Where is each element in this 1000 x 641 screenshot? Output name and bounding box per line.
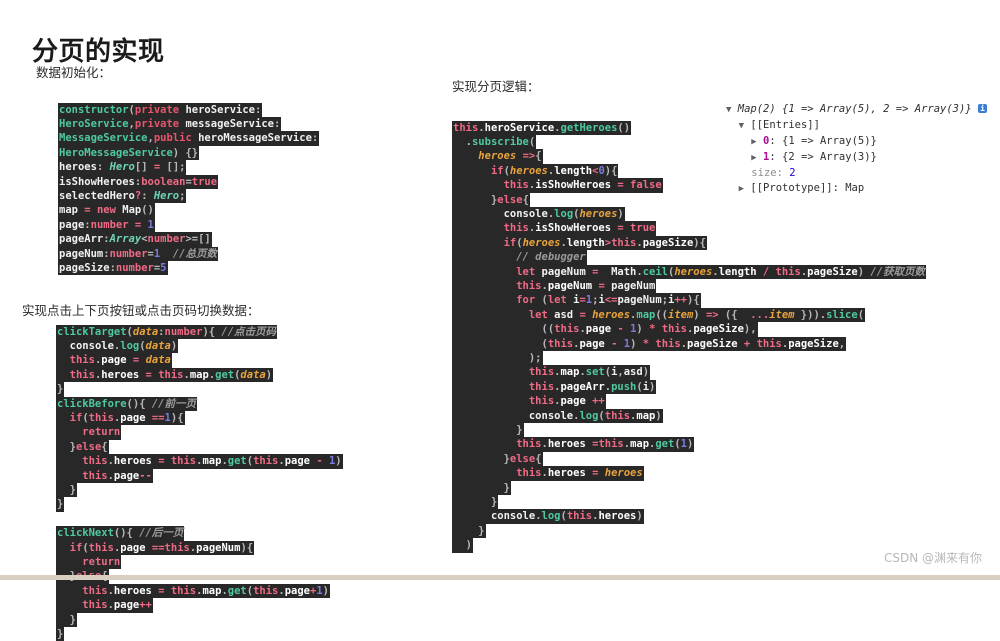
console-entry-colon: : xyxy=(769,151,782,163)
code-line: (this.page - 1) * this.pageSize + this.p… xyxy=(452,337,846,351)
code-line xyxy=(56,512,64,526)
page-root: 分页的实现 数据初始化： 实现点击上下页按钮或点击页码切换数据： 实现分页逻辑：… xyxy=(0,0,1000,580)
devtools-console-output: ▼ Map(2) {1 => Array(5), 2 => Array(3)} … xyxy=(726,102,987,197)
code-line: return xyxy=(56,425,121,439)
code-line: }else{ xyxy=(452,193,530,207)
code-line: clickNext(){ //后一页 xyxy=(56,526,184,540)
code-line: HeroService,private messageService: xyxy=(58,117,281,131)
console-entry-value: {1 => Array(5)} xyxy=(782,135,877,147)
code-line: clickBefore(){ //前一页 xyxy=(56,397,197,411)
code-line: this.page++ xyxy=(56,598,153,612)
code-block-data-init: constructor(private heroService:HeroServ… xyxy=(58,103,319,276)
console-map-header-row[interactable]: ▼ Map(2) {1 => Array(5), 2 => Array(3)} … xyxy=(726,102,987,118)
console-entries-row[interactable]: ▼ [[Entries]] xyxy=(726,118,987,134)
code-line: pageArr:Array<number>=[] xyxy=(58,232,212,246)
code-line: heroes: Hero[] = []; xyxy=(58,160,186,174)
code-line: this.isShowHeroes = true xyxy=(452,221,656,235)
code-line: this.heroes = this.map.get(this.page+1) xyxy=(56,584,330,598)
code-line: for (let i=1;i<=pageNum;i++){ xyxy=(452,293,701,307)
code-line: page:number = 1 xyxy=(58,218,155,232)
code-line: // debugger xyxy=(452,250,587,264)
console-prototype-label: [[Prototype]]: Map xyxy=(750,182,864,194)
code-block-click-handlers: clickTarget(data:number){ //点击页码 console… xyxy=(56,325,343,641)
code-line: this.heroes = this.map.get(this.page - 1… xyxy=(56,454,343,468)
section-label-pagination-logic: 实现分页逻辑： xyxy=(452,76,540,95)
code-line: this.heroes = heroes xyxy=(452,466,644,480)
code-line: this.page ++ xyxy=(452,394,606,408)
console-entry-value: {2 => Array(3)} xyxy=(782,151,877,163)
code-line: heroes =>{ xyxy=(452,149,543,163)
console-entry-row[interactable]: ▶ 1: {2 => Array(3)} xyxy=(726,150,987,166)
code-line: ((this.page - 1) * this.pageSize), xyxy=(452,322,758,336)
console-size-key: size: xyxy=(751,167,783,179)
code-line: let asd = heroes.map((item) => ({ ...ite… xyxy=(452,308,865,322)
code-line: } xyxy=(452,524,486,538)
code-line: } xyxy=(56,483,77,497)
watermark: CSDN @渊来有你 xyxy=(884,549,982,566)
code-line: constructor(private heroService: xyxy=(58,103,262,117)
code-line: selectedHero?: Hero; xyxy=(58,189,186,203)
code-line: pageNum:number=1 //总页数 xyxy=(58,247,218,261)
code-line: clickTarget(data:number){ //点击页码 xyxy=(56,325,277,339)
code-line: if(this.page ==this.pageNum){ xyxy=(56,541,254,555)
code-line: if(heroes.length<0){ xyxy=(452,164,618,178)
console-prototype-row[interactable]: ▶ [[Prototype]]: Map xyxy=(726,181,987,197)
code-line: ) xyxy=(452,538,473,552)
code-line: this.page = data xyxy=(56,353,172,367)
code-line: this.page-- xyxy=(56,469,153,483)
console-size-value: 2 xyxy=(789,167,795,179)
code-line: } xyxy=(56,382,64,396)
code-line: this.pageNum = pageNum xyxy=(452,279,656,293)
section-label-data-init: 数据初始化： xyxy=(36,62,111,81)
code-line: this.heroes =this.map.get(1) xyxy=(452,437,694,451)
code-line: } xyxy=(56,627,64,641)
code-line: ); xyxy=(452,351,543,365)
code-line: map = new Map() xyxy=(58,203,155,217)
code-line: console.log(heroes) xyxy=(452,207,625,221)
code-line: this.heroService.getHeroes() xyxy=(452,121,631,135)
console-entry-row[interactable]: ▶ 0: {1 => Array(5)} xyxy=(726,134,987,150)
code-line: if(heroes.length>this.pageSize){ xyxy=(452,236,707,250)
console-entry-colon: : xyxy=(769,135,782,147)
code-line: } xyxy=(452,481,511,495)
code-line: this.map.set(i,asd) xyxy=(452,365,650,379)
expand-triangle-right-icon[interactable]: ▶ xyxy=(739,184,744,194)
console-size-row: size: 2 xyxy=(726,166,987,181)
code-line: } xyxy=(56,497,64,511)
code-line: MessageService,public heroMessageService… xyxy=(58,131,319,145)
code-line: return xyxy=(56,555,121,569)
code-line: }else{ xyxy=(56,440,109,454)
code-line: this.isShowHeroes = false xyxy=(452,178,663,192)
code-line: }else{ xyxy=(452,452,543,466)
section-label-click-handlers: 实现点击上下页按钮或点击页码切换数据： xyxy=(22,300,260,319)
console-map-header: Map(2) {1 => Array(5), 2 => Array(3)} xyxy=(738,103,972,115)
code-line: } xyxy=(452,423,524,437)
code-line: console.log(this.map) xyxy=(452,409,663,423)
info-badge-icon[interactable]: i xyxy=(978,104,987,113)
code-line: console.log(this.heroes) xyxy=(452,509,644,523)
code-line: isShowHeroes:boolean=true xyxy=(58,175,218,189)
code-line: if(this.page ==1){ xyxy=(56,411,185,425)
code-line: HeroMessageService) {} xyxy=(58,146,199,160)
code-line: } xyxy=(452,495,498,509)
expand-triangle-right-icon[interactable]: ▶ xyxy=(751,153,756,163)
code-line: let pageNum = Math.ceil(heroes.length / … xyxy=(452,265,926,279)
expand-triangle-right-icon[interactable]: ▶ xyxy=(751,137,756,147)
code-line: this.heroes = this.map.get(data) xyxy=(56,368,273,382)
expand-triangle-down-icon[interactable]: ▼ xyxy=(739,121,744,131)
footer-strip xyxy=(0,575,1000,580)
console-entries-label: [[Entries]] xyxy=(750,119,820,131)
code-line: .subscribe( xyxy=(452,135,536,149)
expand-triangle-down-icon[interactable]: ▼ xyxy=(726,105,731,115)
code-line: } xyxy=(56,613,77,627)
code-line: pageSize:number=5 xyxy=(58,261,168,275)
code-line: this.pageArr.push(i) xyxy=(452,380,656,394)
code-line: console.log(data) xyxy=(56,339,178,353)
